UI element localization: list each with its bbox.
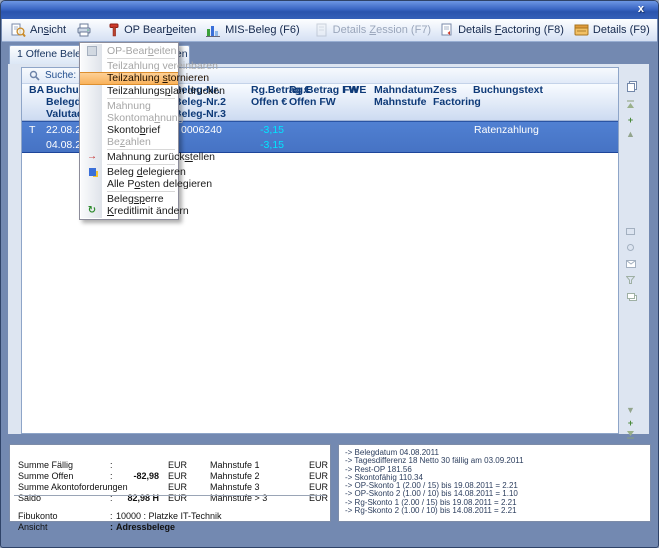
details-button[interactable]: Details (F9) bbox=[569, 21, 655, 39]
column-header-ba[interactable]: BA bbox=[29, 84, 44, 96]
copy-grid-icon[interactable] bbox=[624, 81, 637, 94]
menu-item-beleg-delegieren[interactable]: Beleg delegieren bbox=[80, 166, 178, 178]
menu-item-bezahlen[interactable]: Bezahlen bbox=[80, 136, 178, 148]
menu-item-skontomahnung[interactable]: Skontomahnung bbox=[80, 112, 178, 124]
cell-rg-betrag: -3,15 bbox=[222, 123, 284, 137]
scroll-top-icon[interactable] bbox=[624, 98, 637, 111]
zoom-icon[interactable] bbox=[624, 241, 637, 254]
menu-item-teilzahlungsplan-drucken[interactable]: Teilzahlungsplan drucken bbox=[80, 85, 178, 97]
cell-offen: -3,15 bbox=[222, 138, 284, 152]
search-label: Suche: bbox=[45, 70, 76, 81]
menu-item-alle-posten-delegieren[interactable]: Alle Posten delegieren bbox=[80, 178, 178, 190]
search-icon bbox=[29, 70, 40, 81]
close-button[interactable]: x bbox=[634, 1, 648, 19]
hammer-icon bbox=[108, 23, 120, 37]
menu-separator bbox=[107, 149, 175, 150]
skonto-details-panel: -> Belegdatum 04.08.2011 -> Tagesdiffere… bbox=[338, 444, 651, 522]
summary-row-faellig: Summe Fällig:EURMahnstufe 1EUR bbox=[10, 449, 25, 460]
op-bearbeiten-label: OP Bearbeiten bbox=[124, 24, 196, 36]
scroll-bottom-icon[interactable] bbox=[624, 428, 637, 441]
cell-buchungstext: Ratenzahlung bbox=[474, 123, 539, 137]
summary-panel: Summe Fällig:EURMahnstufe 1EUR Summe Off… bbox=[9, 444, 331, 522]
detail-line: -> Rg-Skonto 2 (1.00 / 10) bis 14.08.201… bbox=[345, 507, 644, 515]
add-icon[interactable]: + bbox=[624, 113, 637, 126]
red-arrow-icon: → bbox=[84, 151, 100, 163]
menu-item-kreditlimit-aendern[interactable]: ↻ Kreditlimit ändern bbox=[80, 205, 178, 217]
summary-row-akonto: Summe Akontoforderungen:EURMahnstufe 3EU… bbox=[10, 471, 25, 482]
details-card-icon bbox=[574, 23, 589, 37]
card-view-icon[interactable] bbox=[624, 225, 637, 238]
title-bar[interactable]: OP-Verwaltung: 10000/Platzke IT-Technik … bbox=[1, 1, 658, 19]
factoring-page-icon bbox=[441, 23, 454, 37]
panel-divider bbox=[14, 495, 326, 496]
column-header-buchungstext[interactable]: Buchungstext bbox=[473, 84, 543, 96]
ansicht-button[interactable]: Ansicht bbox=[6, 21, 71, 39]
op-bearbeiten-dropdown-menu: OP-Bearbeiten Teilzahlung vereinbaren Te… bbox=[79, 42, 179, 220]
edit-icon bbox=[84, 45, 100, 57]
ansicht-row: Ansicht:Adressbelege bbox=[10, 511, 25, 522]
menu-item-mahnung-zurueckstellen[interactable]: → Mahnung zurückstellen bbox=[80, 151, 178, 163]
mail-icon[interactable] bbox=[624, 257, 637, 270]
column-header-fwe[interactable]: FWE bbox=[343, 84, 366, 96]
details-zession-label: Details Zession (F7) bbox=[333, 24, 431, 36]
move-up-icon[interactable]: ▲ bbox=[624, 127, 637, 140]
op-bearbeiten-button[interactable]: OP Bearbeiten bbox=[103, 21, 201, 39]
side-icon-strip: + ▲ ▼ + bbox=[622, 67, 640, 434]
details-factoring-button[interactable]: Details Factoring (F8) bbox=[436, 21, 569, 39]
delegate-icon bbox=[84, 166, 100, 178]
ansicht-label: Ansicht bbox=[30, 24, 66, 36]
mis-beleg-button[interactable]: MIS-Beleg (F6) bbox=[201, 21, 305, 39]
menu-item-belegsperre[interactable]: Belegsperre bbox=[80, 193, 178, 205]
move-down-icon[interactable]: ▼ bbox=[624, 403, 637, 416]
zession-page-icon bbox=[316, 23, 329, 37]
menu-separator bbox=[107, 58, 175, 59]
menu-item-teilzahlung-vereinbaren[interactable]: Teilzahlung vereinbaren bbox=[80, 60, 178, 72]
print-button[interactable] bbox=[71, 21, 97, 39]
refresh-icon: ↻ bbox=[84, 205, 100, 217]
details-label: Details (F9) bbox=[593, 24, 650, 36]
details-factoring-label: Details Factoring (F8) bbox=[458, 24, 564, 36]
layers-icon[interactable] bbox=[624, 289, 637, 302]
bar-chart-icon bbox=[206, 23, 221, 37]
cell-beleg-nr: 0006240 bbox=[181, 123, 222, 137]
fibukonto-row: Fibukonto:10000 : Platzke IT-Technik bbox=[10, 500, 25, 511]
main-toolbar: Ansicht OP Bearbeiten MIS-Beleg (F6) Det… bbox=[2, 19, 657, 42]
printer-icon bbox=[76, 23, 92, 37]
menu-separator bbox=[107, 191, 175, 192]
menu-item-teilzahlung-stornieren[interactable]: Teilzahlung stornieren bbox=[80, 72, 178, 85]
cell-ba: T bbox=[29, 123, 35, 137]
summary-row-offen: Summe Offen:-82,98EURMahnstufe 2EUR bbox=[10, 460, 25, 471]
menu-item-skontobrief[interactable]: Skontobrief bbox=[80, 124, 178, 136]
column-header-mahndatum[interactable]: MahndatumMahnstufe bbox=[374, 84, 433, 108]
menu-separator bbox=[107, 98, 175, 99]
details-zession-button[interactable]: Details Zession (F7) bbox=[311, 21, 436, 39]
view-magnifier-icon bbox=[11, 23, 26, 37]
menu-item-mahnung[interactable]: Mahnung bbox=[80, 100, 178, 112]
op-verwaltung-window: OP-Verwaltung: 10000/Platzke IT-Technik … bbox=[0, 0, 659, 548]
menu-separator bbox=[107, 164, 175, 165]
summary-row-saldo: Saldo:82,98 HEURMahnstufe > 3EUR bbox=[10, 482, 25, 493]
menu-item-op-bearbeiten[interactable]: OP-Bearbeiten bbox=[80, 45, 178, 57]
mis-beleg-label: MIS-Beleg (F6) bbox=[225, 24, 300, 36]
filter-icon[interactable] bbox=[624, 273, 637, 286]
